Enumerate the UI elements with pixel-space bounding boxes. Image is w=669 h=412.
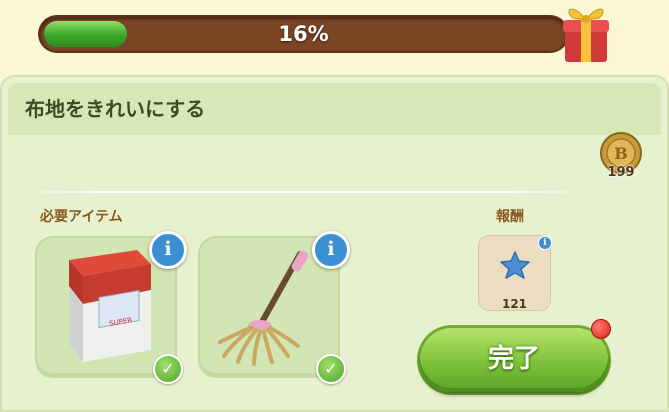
required-item-card-detergent[interactable]: SUPER i ✓ [37, 231, 187, 384]
progress-percent: 16% [278, 22, 329, 46]
mop-icon [218, 250, 309, 366]
reward-info-button[interactable]: i [538, 236, 552, 250]
task-panel: 布地をきれいにする B 199 必要アイテム 報酬 SUPER i ✓ i ✓ … [0, 75, 669, 412]
detergent-box-icon: SUPER [69, 250, 151, 362]
task-header: 布地をきれいにする [8, 83, 661, 135]
item-info-button[interactable]: i [149, 231, 187, 269]
required-item-card-mop[interactable]: i ✓ [200, 231, 350, 384]
task-title: 布地をきれいにする [25, 97, 206, 121]
task-progress-bar: 16% [40, 17, 567, 51]
reward-count: 121 [501, 297, 528, 311]
item-info-button[interactable]: i [312, 231, 350, 269]
item-owned-check-icon: ✓ [316, 354, 346, 384]
svg-text:B: B [614, 144, 628, 163]
blue-star-icon [500, 251, 530, 279]
item-owned-check-icon: ✓ [153, 354, 183, 384]
required-items-label: 必要アイテム [40, 209, 123, 225]
gift-box-icon[interactable] [559, 0, 611, 64]
notification-dot [591, 319, 611, 339]
coin-reward-count: 199 [607, 165, 635, 180]
divider [18, 191, 591, 193]
reward-label: 報酬 [496, 209, 524, 225]
complete-button[interactable]: 完了 [420, 328, 608, 392]
